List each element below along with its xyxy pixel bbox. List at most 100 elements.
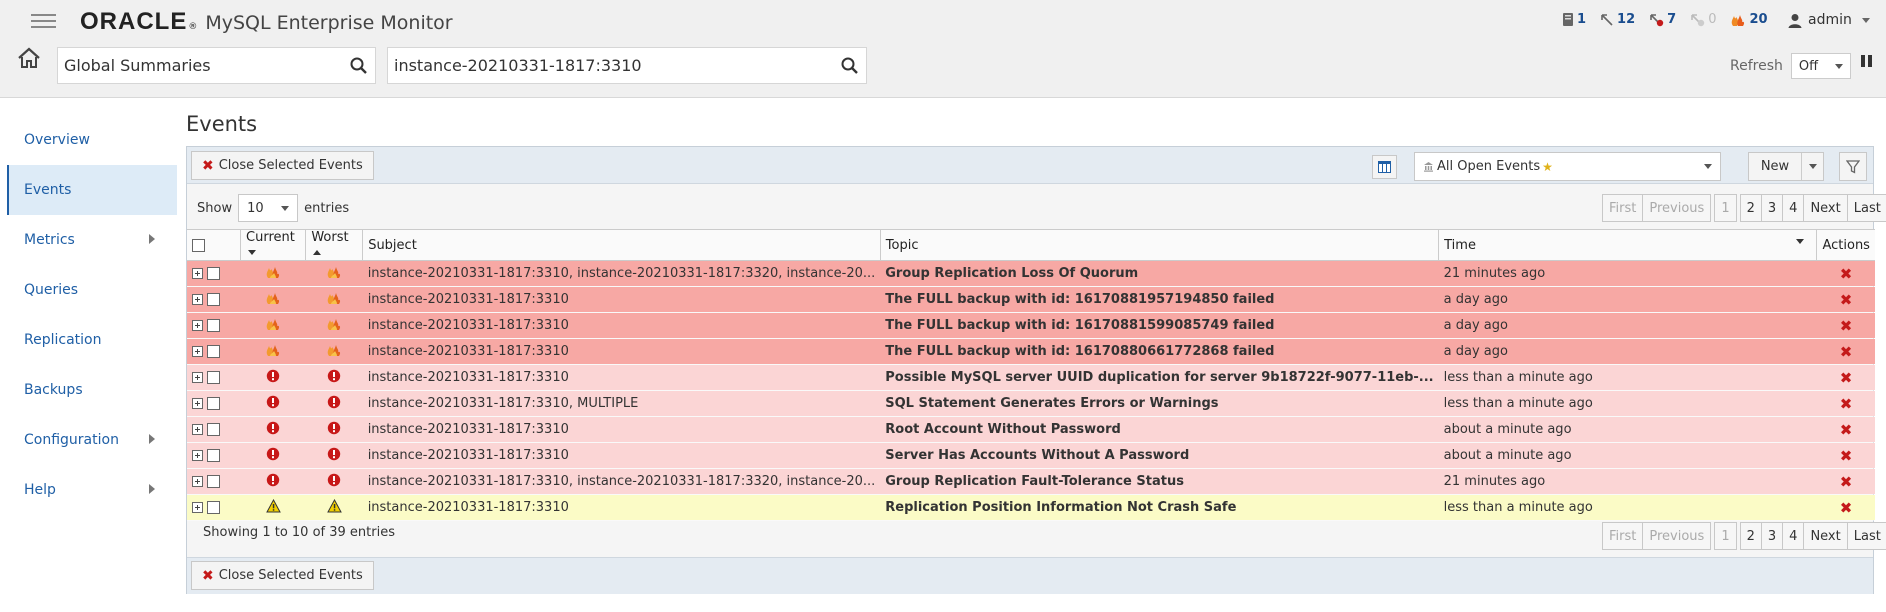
- column-header-topic[interactable]: Topic: [880, 229, 1440, 261]
- subject-cell[interactable]: instance-20210331-1817:3310, MULTIPLE: [362, 390, 881, 417]
- topic-cell[interactable]: Group Replication Fault-Tolerance Status: [880, 468, 1439, 495]
- row-checkbox[interactable]: [207, 319, 220, 332]
- expand-icon[interactable]: [192, 450, 203, 461]
- pager-first[interactable]: First: [1602, 522, 1644, 550]
- close-event-icon[interactable]: ✖: [1840, 421, 1853, 439]
- pager-page-2[interactable]: 2: [1739, 522, 1762, 550]
- topic-cell[interactable]: Root Account Without Password: [880, 416, 1439, 443]
- expand-icon[interactable]: [192, 346, 203, 357]
- expand-icon[interactable]: [192, 476, 203, 487]
- expand-icon[interactable]: [192, 372, 203, 383]
- topic-cell[interactable]: SQL Statement Generates Errors or Warnin…: [880, 390, 1439, 417]
- row-checkbox[interactable]: [207, 423, 220, 436]
- sidebar-item-help[interactable]: Help: [7, 465, 177, 515]
- column-header-worst[interactable]: Worst: [305, 229, 364, 261]
- pager-page-4[interactable]: 4: [1782, 194, 1805, 222]
- pager-previous[interactable]: Previous: [1642, 194, 1712, 222]
- row-checkbox[interactable]: [207, 345, 220, 358]
- pager-first[interactable]: First: [1602, 194, 1644, 222]
- topic-cell[interactable]: Server Has Accounts Without A Password: [880, 442, 1439, 469]
- subject-cell[interactable]: instance-20210331-1817:3310: [362, 494, 881, 521]
- home-icon[interactable]: [17, 47, 41, 73]
- row-checkbox[interactable]: [207, 371, 220, 384]
- sidebar-item-queries[interactable]: Queries: [7, 265, 177, 315]
- row-checkbox[interactable]: [207, 397, 220, 410]
- search-icon[interactable]: [349, 56, 369, 76]
- pager-previous[interactable]: Previous: [1642, 522, 1712, 550]
- table-row[interactable]: instance-20210331-1817:3310 Replication P…: [187, 494, 1875, 521]
- row-checkbox[interactable]: [207, 293, 220, 306]
- topic-cell[interactable]: Replication Position Information Not Cra…: [880, 494, 1439, 521]
- sidebar-item-replication[interactable]: Replication: [7, 315, 177, 365]
- subject-cell[interactable]: instance-20210331-1817:3310: [362, 442, 881, 469]
- agent-count[interactable]: 12: [1600, 12, 1635, 27]
- row-checkbox[interactable]: [207, 501, 220, 514]
- expand-icon[interactable]: [192, 424, 203, 435]
- subject-cell[interactable]: instance-20210331-1817:3310, instance-20…: [362, 468, 881, 495]
- search-icon[interactable]: [840, 56, 860, 76]
- row-checkbox[interactable]: [207, 449, 220, 462]
- close-event-icon[interactable]: ✖: [1840, 447, 1853, 465]
- topic-cell[interactable]: The FULL backup with id: 161708819571948…: [880, 286, 1439, 313]
- unmonitored-count[interactable]: 0: [1690, 12, 1716, 27]
- instance-search[interactable]: instance-20210331-1817:3310: [387, 47, 867, 84]
- table-row[interactable]: instance-20210331-1817:3310, instance-20…: [187, 260, 1875, 287]
- topic-cell[interactable]: Group Replication Loss Of Quorum: [880, 260, 1439, 287]
- subject-cell[interactable]: instance-20210331-1817:3310: [362, 416, 881, 443]
- close-selected-events-button[interactable]: ✖ Close Selected Events: [191, 151, 374, 180]
- close-event-icon[interactable]: ✖: [1840, 473, 1853, 491]
- filter-button[interactable]: [1839, 152, 1867, 181]
- sidebar-item-metrics[interactable]: Metrics: [7, 215, 177, 265]
- emergency-events-count[interactable]: 20: [1730, 12, 1768, 27]
- close-event-icon[interactable]: ✖: [1840, 369, 1853, 387]
- expand-icon[interactable]: [192, 502, 203, 513]
- row-checkbox[interactable]: [207, 267, 220, 280]
- pager-page-3[interactable]: 3: [1760, 194, 1784, 222]
- pager-page-2[interactable]: 2: [1739, 194, 1762, 222]
- sidebar-item-backups[interactable]: Backups: [7, 365, 177, 415]
- table-row[interactable]: instance-20210331-1817:3310, MULTIPLE SQL…: [187, 390, 1875, 417]
- instance-search-input[interactable]: instance-20210331-1817:3310: [394, 56, 840, 75]
- expand-icon[interactable]: [192, 320, 203, 331]
- subject-cell[interactable]: instance-20210331-1817:3310: [362, 286, 881, 313]
- page-length-select[interactable]: 10: [238, 194, 299, 222]
- table-row[interactable]: instance-20210331-1817:3310 Root Account …: [187, 416, 1875, 443]
- select-all-checkbox[interactable]: [192, 238, 205, 252]
- hamburger-menu-icon[interactable]: [31, 14, 56, 29]
- table-row[interactable]: instance-20210331-1817:3310 The FULL back…: [187, 286, 1875, 313]
- pager-page-1[interactable]: 1: [1714, 194, 1737, 222]
- global-search-input[interactable]: Global Summaries: [64, 56, 349, 75]
- table-row[interactable]: instance-20210331-1817:3310 Possible MySQ…: [187, 364, 1875, 391]
- sidebar-item-overview[interactable]: Overview: [7, 115, 177, 165]
- row-checkbox[interactable]: [207, 475, 220, 488]
- refresh-select[interactable]: Off: [1790, 53, 1851, 79]
- pager-next[interactable]: Next: [1803, 522, 1848, 550]
- sidebar-item-configuration[interactable]: Configuration: [7, 415, 177, 465]
- table-row[interactable]: instance-20210331-1817:3310 Server Has Ac…: [187, 442, 1875, 469]
- close-selected-events-button[interactable]: ✖ Close Selected Events: [191, 561, 374, 590]
- topic-cell[interactable]: Possible MySQL server UUID duplication f…: [880, 364, 1439, 391]
- column-chooser-button[interactable]: [1372, 155, 1397, 179]
- pause-icon[interactable]: [1861, 55, 1872, 67]
- pager-last[interactable]: Last: [1846, 194, 1886, 222]
- new-filter-button[interactable]: New: [1748, 152, 1824, 181]
- sidebar-item-events[interactable]: Events: [7, 165, 177, 215]
- expand-icon[interactable]: [192, 268, 203, 279]
- close-event-icon[interactable]: ✖: [1840, 343, 1853, 361]
- expand-icon[interactable]: [192, 398, 203, 409]
- column-header-current[interactable]: Current: [240, 229, 307, 261]
- pager-last[interactable]: Last: [1846, 522, 1886, 550]
- column-header-subject[interactable]: Subject: [362, 229, 881, 261]
- user-menu[interactable]: admin: [1788, 12, 1870, 28]
- close-event-icon[interactable]: ✖: [1840, 317, 1853, 335]
- pager-page-1[interactable]: 1: [1714, 522, 1737, 550]
- expand-icon[interactable]: [192, 294, 203, 305]
- table-row[interactable]: instance-20210331-1817:3310 The FULL back…: [187, 312, 1875, 339]
- close-event-icon[interactable]: ✖: [1840, 291, 1853, 309]
- server-count[interactable]: 1: [1562, 12, 1586, 27]
- table-row[interactable]: instance-20210331-1817:3310, instance-20…: [187, 468, 1875, 495]
- event-filter-select[interactable]: All Open Events ★: [1414, 152, 1721, 181]
- column-header-time[interactable]: Time: [1438, 229, 1818, 261]
- agent-down-count[interactable]: 7: [1649, 12, 1676, 27]
- close-event-icon[interactable]: ✖: [1840, 395, 1853, 413]
